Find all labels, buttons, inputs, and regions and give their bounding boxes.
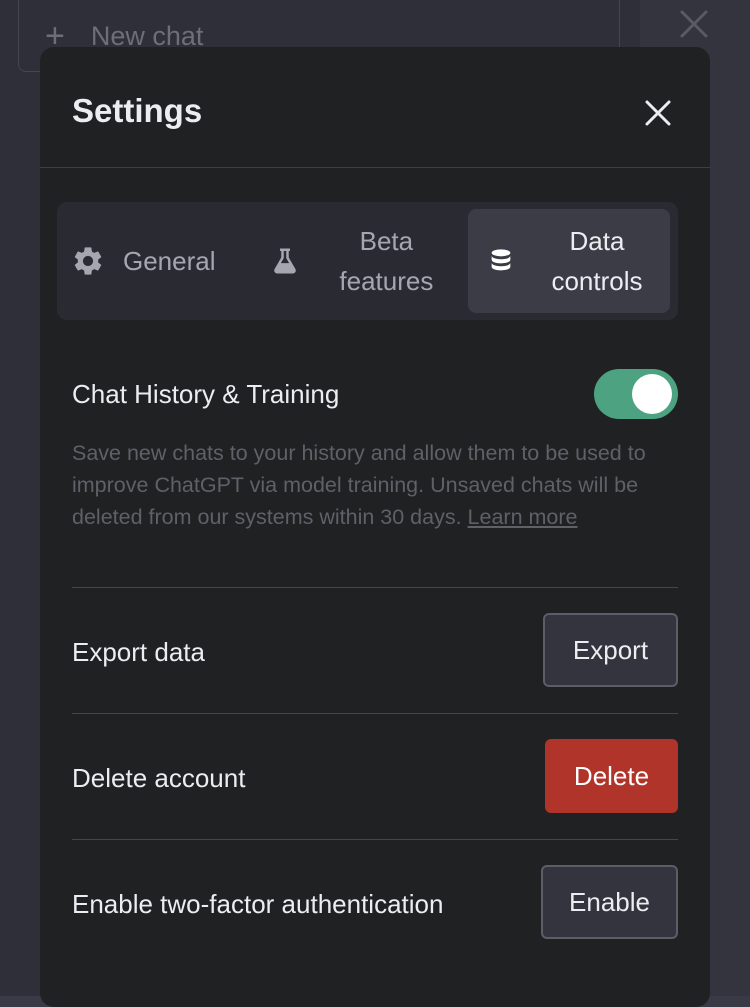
tab-data-controls-label: Data controls	[551, 226, 643, 296]
tab-general-label: General	[123, 246, 216, 276]
export-button[interactable]: Export	[543, 613, 678, 687]
tab-beta-features[interactable]: Beta features	[269, 209, 449, 313]
chat-history-title: Chat History & Training	[72, 379, 340, 409]
tab-data-controls[interactable]: Data controls	[468, 209, 670, 313]
learn-more-link[interactable]: Learn more	[468, 505, 578, 529]
divider	[72, 839, 678, 840]
flask-icon	[269, 244, 302, 278]
background-close-icon	[676, 6, 712, 42]
dialog-header: Settings	[40, 47, 710, 168]
divider	[72, 713, 678, 714]
chat-history-description: Save new chats to your history and allow…	[72, 437, 682, 533]
toggle-knob	[632, 374, 672, 414]
close-button[interactable]	[640, 95, 676, 131]
two-factor-title: Enable two-factor authentication	[72, 889, 444, 919]
divider	[72, 587, 678, 588]
tab-general[interactable]: General	[71, 209, 251, 313]
chat-history-toggle[interactable]	[594, 369, 678, 419]
database-icon	[484, 244, 518, 278]
dialog-title: Settings	[72, 92, 203, 129]
gear-icon	[71, 244, 105, 278]
settings-dialog: Settings General Beta features Data cont…	[40, 47, 710, 1007]
delete-account-title: Delete account	[72, 763, 246, 793]
tab-beta-features-label: Beta features	[339, 226, 434, 296]
close-icon	[645, 100, 671, 126]
delete-account-button[interactable]: Delete	[545, 739, 678, 813]
enable-two-factor-button[interactable]: Enable	[541, 865, 678, 939]
export-data-title: Export data	[72, 637, 205, 667]
settings-tabs: General Beta features Data controls	[57, 202, 678, 320]
